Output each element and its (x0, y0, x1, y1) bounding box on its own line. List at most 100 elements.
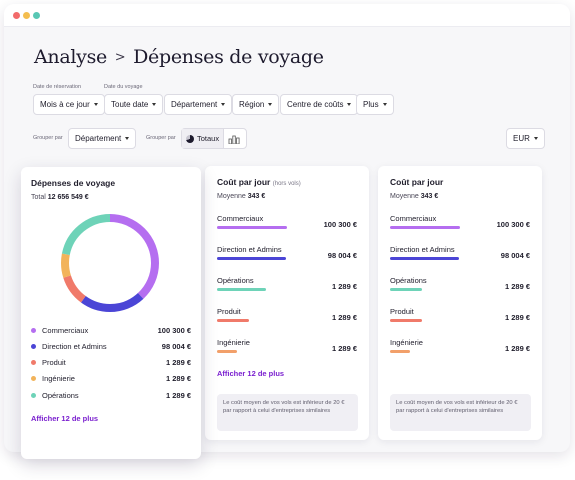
legend-label: Direction et Admins (42, 341, 107, 351)
booking-date-dropdown[interactable]: Mois à ce jour (33, 94, 105, 115)
average-label: Moyenne (217, 193, 246, 200)
chevron-down-icon (152, 103, 157, 106)
legend-label: Produit (42, 358, 66, 368)
show-more-link[interactable]: Afficher 12 de plus (217, 369, 284, 378)
cost-row-value: 100 300 € (496, 220, 530, 229)
more-filters-button[interactable]: Plus (356, 94, 394, 115)
totals-label: Totaux (197, 134, 220, 143)
card-title: Dépenses de voyage (31, 178, 116, 188)
cost-row-value: 1 289 € (504, 344, 530, 353)
legend-value: 1 289 € (165, 374, 191, 384)
benchmark-note: Le coût moyen de vos vols est inférieur … (217, 394, 358, 431)
cost-row-label: Commerciaux (217, 214, 264, 223)
window-titlebar (4, 4, 570, 27)
average-value: 343 € (247, 193, 266, 200)
close-window-dot[interactable] (13, 12, 20, 19)
chevron-down-icon (125, 137, 130, 140)
total-value: 12 656 549 € (47, 194, 89, 201)
legend-value: 98 004 € (161, 341, 191, 351)
breadcrumb-separator: > (114, 50, 126, 65)
cost-row-label: Produit (217, 307, 241, 316)
expenses-donut-chart (61, 214, 159, 312)
cost-row-bar (217, 226, 287, 229)
legend-dot (31, 343, 36, 349)
cost-row-value: 98 004 € (500, 251, 530, 260)
legend-value: 1 289 € (165, 390, 191, 400)
page-title: Analyse > Dépenses de voyage (34, 46, 324, 68)
legend-dot (31, 360, 36, 366)
cost-row-label: Opérations (217, 276, 254, 285)
legend-dot (31, 376, 36, 382)
cost-row-value: 100 300 € (323, 220, 357, 229)
totals-toggle[interactable]: Totaux (182, 129, 225, 148)
card-subtitle: (hors vols) (272, 181, 301, 187)
cost-row-bar (390, 288, 422, 291)
card-total: Total 12 656 549 € (31, 194, 89, 201)
legend-item[interactable]: Ingénierie 1 289 € (31, 373, 191, 385)
cost-row-label: Direction et Admins (390, 245, 455, 254)
chevron-down-icon (533, 137, 538, 140)
cost-row-bar (390, 226, 460, 229)
group-by-dropdown[interactable]: Département (68, 128, 137, 149)
card-title: Coût par jour (hors vols) (217, 177, 301, 187)
travel-date-dropdown[interactable]: Toute date (104, 94, 164, 115)
cost-row-bar (390, 350, 410, 353)
average-line: Moyenne 343 € (390, 193, 438, 200)
card-title-text: Coût par jour (217, 177, 271, 187)
chevron-down-icon (268, 103, 273, 106)
cost-row-label: Ingénierie (217, 338, 250, 347)
legend-item[interactable]: Direction et Admins 98 004 € (31, 340, 191, 352)
legend-item[interactable]: Produit 1 289 € (31, 357, 191, 369)
total-label: Total (31, 194, 46, 201)
legend-item[interactable]: Commerciaux 100 300 € (31, 324, 191, 336)
cost-per-day-card: Coût par jour Moyenne 343 € Commerciaux 1… (378, 166, 542, 440)
currency-dropdown[interactable]: EUR (506, 128, 545, 149)
pie-chart-icon (186, 134, 194, 143)
group-by-label-2: Grouper par (146, 135, 176, 141)
cost-row-value: 1 289 € (331, 344, 357, 353)
legend-value: 1 289 € (165, 358, 191, 368)
chevron-down-icon (221, 103, 226, 106)
cost-row-bar (390, 257, 459, 260)
cost-row-value: 1 289 € (331, 313, 357, 322)
view-toggle: Totaux (181, 128, 247, 149)
legend-label: Opérations (42, 390, 79, 400)
booking-date-value: Mois à ce jour (40, 100, 90, 109)
cost-row-bar (217, 319, 249, 322)
group-by-label: Grouper par (33, 135, 63, 141)
cost-row-bar (390, 319, 422, 322)
cost-row-label: Direction et Admins (217, 245, 282, 254)
legend-item[interactable]: Opérations 1 289 € (31, 389, 191, 401)
cost-row-label: Commerciaux (390, 214, 437, 223)
cost-row-label: Opérations (390, 276, 427, 285)
cost-per-day-excl-flights-card: Coût par jour (hors vols) Moyenne 343 € … (205, 166, 369, 440)
department-filter[interactable]: Département (164, 94, 233, 115)
chevron-down-icon (347, 103, 352, 106)
average-line: Moyenne 343 € (217, 193, 265, 200)
legend-dot (31, 327, 36, 333)
cost-row-bar (217, 257, 286, 260)
region-filter[interactable]: Région (232, 94, 280, 115)
cost-row-value: 1 289 € (504, 282, 530, 291)
cost-row-label: Ingénierie (390, 338, 423, 347)
maximize-window-dot[interactable] (33, 12, 40, 19)
cost-row-value: 98 004 € (327, 251, 357, 260)
bar-view-toggle[interactable] (224, 129, 244, 148)
show-more-link[interactable]: Afficher 12 de plus (31, 414, 98, 423)
legend-value: 100 300 € (157, 325, 191, 335)
breadcrumb-section[interactable]: Analyse (34, 46, 107, 68)
group-by-value: Département (75, 134, 122, 143)
travel-date-value: Toute date (111, 100, 149, 109)
average-label: Moyenne (390, 193, 419, 200)
cost-row-bar (217, 288, 266, 291)
chevron-down-icon (93, 103, 98, 106)
minimize-window-dot[interactable] (23, 12, 30, 19)
chevron-down-icon (382, 103, 387, 106)
currency-value: EUR (513, 134, 530, 143)
department-filter-label: Département (171, 100, 218, 109)
average-value: 343 € (420, 193, 439, 200)
cost-center-filter[interactable]: Centre de coûts (280, 94, 359, 115)
cost-row-value: 1 289 € (331, 282, 357, 291)
legend-dot (31, 392, 36, 398)
more-filters-label: Plus (363, 100, 379, 109)
